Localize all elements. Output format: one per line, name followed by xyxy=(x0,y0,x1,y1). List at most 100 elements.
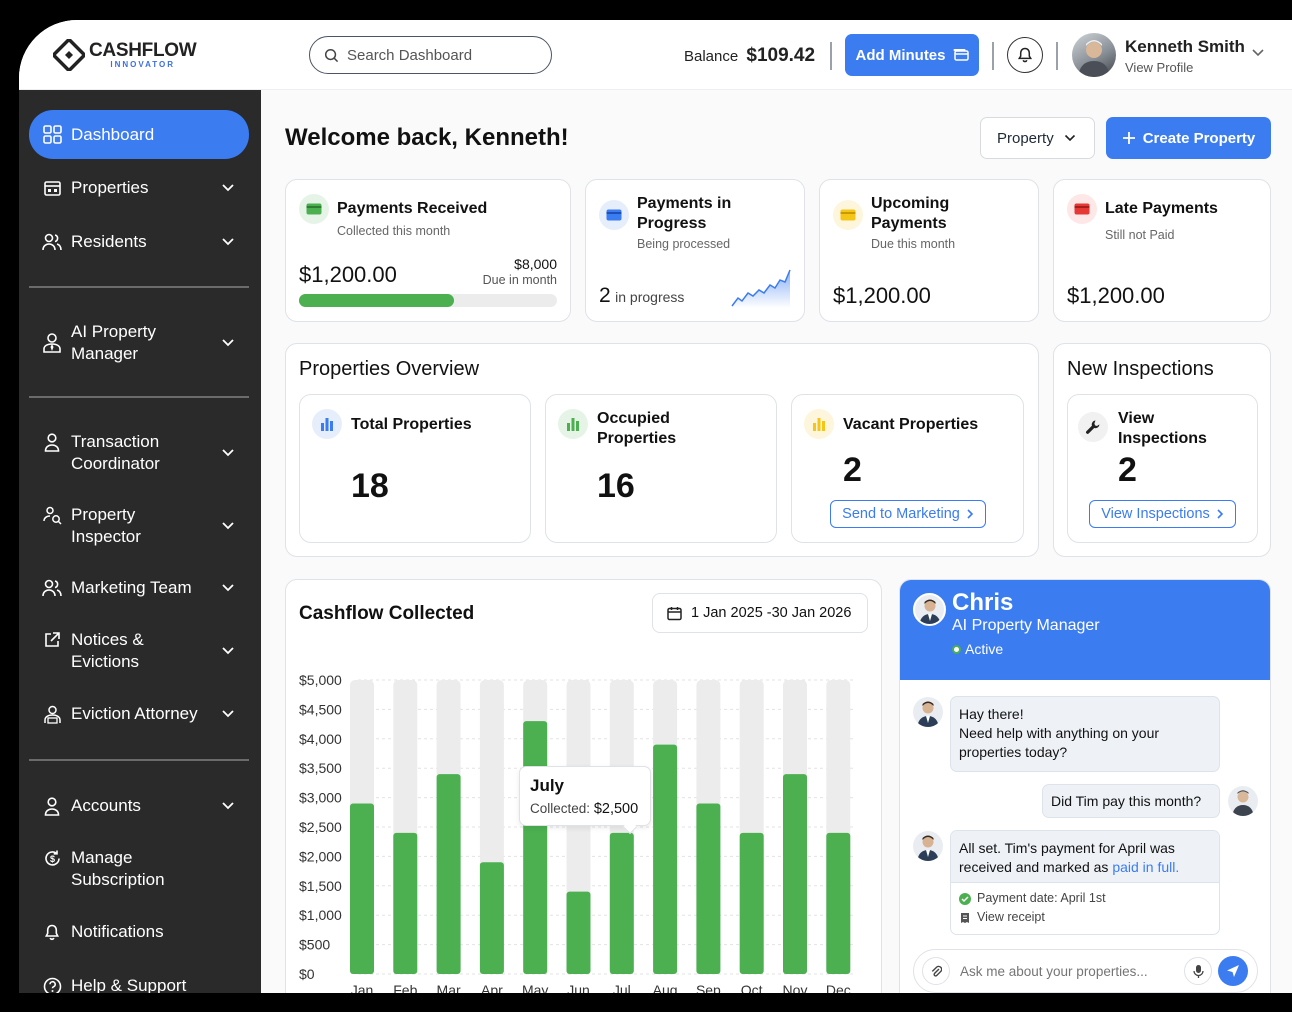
user-avatar[interactable] xyxy=(1072,33,1116,77)
check-circle-icon xyxy=(959,892,971,905)
users-icon xyxy=(42,578,62,598)
y-tick-label: $4,500 xyxy=(299,701,342,717)
bar-nov[interactable] xyxy=(783,774,807,974)
kpi-payments-in-progress[interactable]: Payments in Progress Being processed 2 i… xyxy=(585,179,805,322)
x-tick-label: Mar xyxy=(437,982,461,993)
attorney-icon xyxy=(42,704,62,724)
kpi-upcoming-payments[interactable]: Upcoming Payments Due this month $1,200.… xyxy=(819,179,1039,322)
sidebar-item-marketing-team[interactable]: Marketing Team xyxy=(29,568,249,608)
balance: Balance $109.42 xyxy=(684,45,815,67)
x-tick-label: Oct xyxy=(741,982,763,993)
sidebar-item-property-inspector[interactable]: Property Inspector xyxy=(29,503,249,549)
bar-apr[interactable] xyxy=(479,862,504,974)
bell-icon xyxy=(1017,47,1033,63)
chris-avatar xyxy=(913,593,946,626)
sidebar-item-dashboard[interactable]: Dashboard xyxy=(29,110,249,159)
sidebar-divider xyxy=(29,396,249,398)
view-receipt-link[interactable]: View receipt xyxy=(959,908,1211,927)
user-icon xyxy=(42,432,62,452)
chevron-down-icon xyxy=(222,522,234,530)
voice-button[interactable] xyxy=(1184,957,1212,985)
add-minutes-button[interactable]: Add Minutes xyxy=(845,34,979,76)
search-input[interactable] xyxy=(347,46,537,64)
sidebar-item-manage-subscription[interactable]: $ Manage Subscription xyxy=(29,846,249,892)
send-to-marketing-button[interactable]: Send to Marketing xyxy=(830,500,986,528)
bar-sep[interactable] xyxy=(696,803,721,974)
sidebar-item-notices-evictions[interactable]: Notices & Evictions xyxy=(29,628,249,674)
attach-button[interactable] xyxy=(922,957,950,985)
sidebar-item-label: Notices & Evictions xyxy=(71,630,144,671)
sidebar-item-ai-property-manager[interactable]: AI Property Manager xyxy=(29,320,249,366)
occupied-properties-card[interactable]: Occupied Properties 16 xyxy=(545,394,777,543)
view-profile-link[interactable]: View Profile xyxy=(1125,60,1193,75)
sidebar-divider xyxy=(29,286,249,288)
chevron-down-icon xyxy=(222,802,234,810)
chris-avatar xyxy=(913,831,943,861)
sidebar-item-accounts[interactable]: Accounts xyxy=(29,786,249,826)
y-tick-label: $1,000 xyxy=(299,907,342,923)
vacant-properties-card[interactable]: Vacant Properties 2 Send to Marketing xyxy=(791,394,1024,543)
chat-input[interactable] xyxy=(960,963,1180,979)
card-label: Vacant Properties xyxy=(843,416,979,433)
bar-mar[interactable] xyxy=(436,774,461,974)
card-label: View Inspections xyxy=(1118,410,1207,447)
total-properties-card[interactable]: Total Properties 18 xyxy=(299,394,531,543)
tooltip-month: July xyxy=(530,776,565,795)
tooltip-value: $2,500 xyxy=(593,801,639,817)
message-text: Need help with anything on your properti… xyxy=(959,725,1160,760)
kpi-payments-received[interactable]: Payments Received Collected this month $… xyxy=(285,179,571,322)
kpi-value: 2 in progress xyxy=(599,284,684,308)
paid-in-full-link[interactable]: paid in full. xyxy=(1112,859,1179,875)
sidebar-item-label: Notifications xyxy=(71,922,164,941)
property-select[interactable]: Property xyxy=(980,117,1095,159)
in-progress-label: in progress xyxy=(615,289,685,305)
chat-message-agent: All set. Tim's payment for April was rec… xyxy=(950,830,1220,935)
bar-jun[interactable] xyxy=(566,891,591,974)
sidebar-item-transaction-coordinator[interactable]: Transaction Coordinator xyxy=(29,430,249,476)
create-property-label: Create Property xyxy=(1142,129,1256,147)
svg-text:$: $ xyxy=(49,854,54,864)
x-tick-label: Jun xyxy=(567,982,590,993)
date-range-picker[interactable]: 1 Jan 2025 -30 Jan 2026 xyxy=(652,593,868,633)
chevron-down-icon[interactable] xyxy=(1251,48,1265,57)
x-tick-label: Nov xyxy=(783,982,808,993)
progress-track xyxy=(299,294,557,307)
ai-chat-panel: Chris AI Property Manager Active Hay the… xyxy=(899,579,1271,993)
building-icon xyxy=(42,178,62,198)
bar-jul[interactable] xyxy=(609,832,634,974)
chevron-down-icon xyxy=(222,238,234,246)
section-title: Properties Overview xyxy=(299,358,480,380)
search-box[interactable] xyxy=(309,36,552,74)
calendar-icon xyxy=(667,606,682,620)
sidebar-item-eviction-attorney[interactable]: Eviction Attorney xyxy=(29,694,249,734)
agent-name: Chris xyxy=(952,589,1014,616)
bar-oct[interactable] xyxy=(739,832,764,974)
section-title: New Inspections xyxy=(1067,358,1214,380)
microphone-icon xyxy=(1192,964,1204,978)
logo[interactable]: CASHFLOW INNOVATOR xyxy=(53,39,197,71)
bar-chart: $5,000 $4,500 $4,000 $3,500 $3,000 $2,500 $2,0… xyxy=(299,672,856,993)
inspections-card[interactable]: View Inspections 2 View Inspections xyxy=(1067,394,1258,543)
y-tick-label: $500 xyxy=(299,937,330,953)
view-inspections-button[interactable]: View Inspections xyxy=(1089,500,1236,528)
sparkline xyxy=(731,269,791,308)
view-receipt-label: View receipt xyxy=(977,910,1045,924)
sidebar-item-help-support[interactable]: Help & Support xyxy=(29,966,249,993)
button-label: View Inspections xyxy=(1101,506,1210,522)
external-icon xyxy=(42,630,62,650)
bar-dec[interactable] xyxy=(826,832,851,974)
kpi-value: $1,200.00 xyxy=(833,283,931,308)
bar-aug[interactable] xyxy=(653,744,678,974)
bar-may[interactable] xyxy=(523,721,548,974)
y-tick-label: $3,500 xyxy=(299,760,342,776)
sidebar-item-notifications[interactable]: Notifications xyxy=(29,912,249,952)
create-property-button[interactable]: Create Property xyxy=(1106,117,1271,159)
wallet-icon xyxy=(299,194,329,224)
bar-jan[interactable] xyxy=(350,803,374,974)
sidebar-item-properties[interactable]: Properties xyxy=(29,168,249,208)
notifications-button[interactable] xyxy=(1007,37,1043,73)
send-button[interactable] xyxy=(1218,956,1248,986)
kpi-late-payments[interactable]: Late Payments Still not Paid $1,200.00 xyxy=(1053,179,1271,322)
bar-feb[interactable] xyxy=(393,832,418,974)
sidebar-item-residents[interactable]: Residents xyxy=(29,222,249,262)
